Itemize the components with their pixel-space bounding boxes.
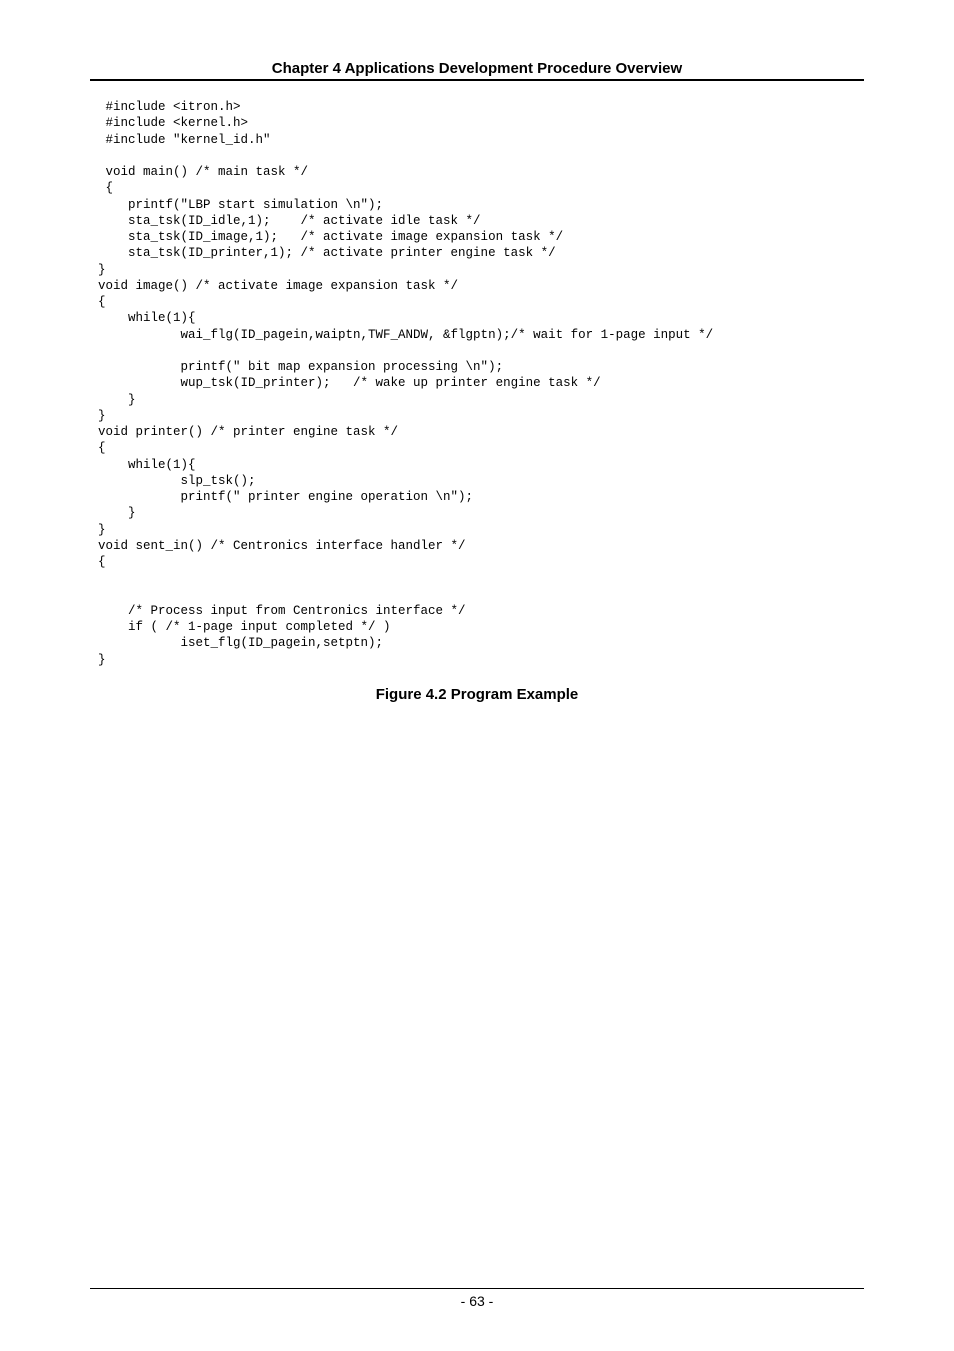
page-footer: - 63 - xyxy=(90,1288,864,1311)
figure-caption: Figure 4.2 Program Example xyxy=(90,686,864,703)
chapter-title: Chapter 4 Applications Development Proce… xyxy=(90,60,864,77)
page-number: - 63 - xyxy=(461,1293,494,1309)
code-listing: #include <itron.h> #include <kernel.h> #… xyxy=(98,99,864,668)
page-header: Chapter 4 Applications Development Proce… xyxy=(90,60,864,81)
footer-line: - 63 - xyxy=(90,1288,864,1311)
